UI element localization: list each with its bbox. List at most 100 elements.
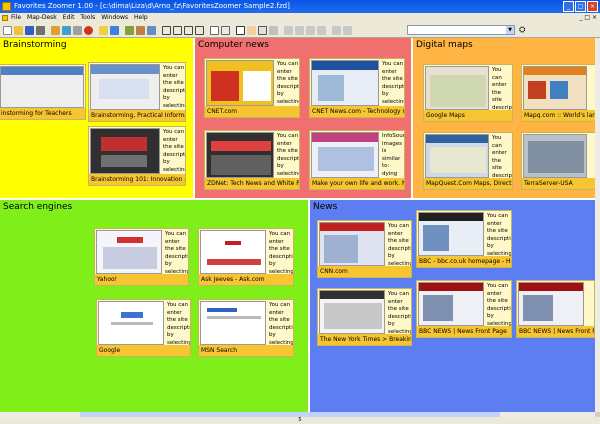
bookmark-caption: The New York Times > Breaking News... [318,334,411,345]
menu-map-desk[interactable]: Map-Desk [27,13,57,23]
bookmark-card[interactable]: InfoSource images is similar to: dying c… [309,130,405,190]
paste-icon[interactable] [306,25,315,35]
save-icon[interactable] [25,25,34,35]
delete-icon[interactable] [317,25,326,35]
bookmark-caption: ZDNet: Tech News and White Papers [205,178,299,189]
bulb-icon[interactable] [99,25,108,35]
bookmark-card[interactable]: BBC NEWS | News Front Pa [516,280,595,338]
page-thumbnail [98,301,164,345]
bookmark-caption: Google [97,345,190,356]
vertical-scrollbar[interactable] [595,38,600,412]
group-search-engines[interactable]: Search engines You can enter the site de… [0,200,308,412]
page-thumbnail [425,66,489,110]
bookmark-caption: CNET.com [205,106,299,117]
magnifier-icon[interactable] [258,25,267,35]
menu-tools[interactable]: Tools [80,13,95,23]
bookmark-caption: Brainstorming, Practical Information... [89,110,185,121]
bookmark-card[interactable]: You can enter the site description by se… [204,58,300,118]
page-thumbnail [96,230,162,274]
properties-icon[interactable] [73,25,82,35]
cut-icon[interactable] [284,25,293,35]
page-thumbnail [319,290,385,334]
globe-icon[interactable] [62,25,71,35]
bookmark-description: You can enter the site description by se… [492,67,512,111]
menu-help[interactable]: Help [134,13,148,23]
menu-windows[interactable]: Windows [101,13,128,23]
stop-icon[interactable] [84,25,93,35]
pointer-icon[interactable] [236,25,245,35]
bookmark-card[interactable]: You can enter the site description by se… [198,299,294,357]
group-title: News [313,202,338,212]
bookmark-description: You can enter the site description by se… [163,129,185,173]
zoom-fit-icon[interactable] [184,25,193,35]
bookmark-caption: MapQuest.Com Maps, Directions and [424,178,512,189]
bookmark-description: You can enter the site description by se… [269,302,293,346]
close-button[interactable]: × [587,1,598,12]
group-digital-maps[interactable]: Digital maps You can enter the site desc… [413,38,595,198]
zoom-out-icon[interactable] [162,25,171,35]
bookmark-card[interactable]: Mapq.com :: World's largest ... [521,64,595,122]
bookmark-description: You can enter the site description by se… [487,283,511,327]
arrange-icon[interactable] [147,25,156,35]
window-view-icon[interactable] [210,25,219,35]
bookmark-caption: CNN.com [318,266,411,277]
bookmark-description: InfoSource images is similar to: dying c… [382,133,404,177]
zoom-in-icon[interactable] [173,25,182,35]
forward-icon[interactable] [343,25,352,35]
tile-icon[interactable] [125,25,134,35]
chevron-down-icon[interactable]: ▼ [506,26,514,34]
status-bar: 5 [0,417,600,424]
open-folder-icon[interactable] [14,25,23,35]
mdi-window-controls[interactable]: _ □ × [579,13,597,23]
bookmark-description: You can enter the site description by se… [277,61,299,105]
bookmark-card[interactable]: You can enter the site description by se… [96,299,191,357]
page-thumbnail [311,132,379,178]
map-desk[interactable]: Brainstorming instorming for Teachers Yo… [0,38,595,412]
menu-file[interactable]: File [11,13,21,23]
bookmark-description: You can enter the site description by se… [165,231,188,275]
bookmark-card[interactable]: You can enter the site description by se… [423,64,513,122]
bookmark-card[interactable]: You can enter the site description by se… [88,62,186,122]
minimize-button[interactable]: _ [563,1,574,12]
status-text: 5 [298,417,302,423]
copy-icon[interactable] [295,25,304,35]
group-icon[interactable] [51,25,60,35]
bookmark-description: You can enter the site description by se… [487,213,511,257]
bookmark-card[interactable]: You can enter the site description by se… [416,280,512,338]
hand-icon[interactable] [247,25,256,35]
group-news[interactable]: News You can enter the site description … [310,200,595,412]
bookmark-card[interactable]: You can enter the site description by se… [317,220,412,278]
bookmark-caption: CNET News.com - Technology news ... [310,106,404,117]
new-file-icon[interactable] [3,25,12,35]
grid-view-icon[interactable] [221,25,230,35]
bookmark-card[interactable]: You can enter the site description by se… [204,130,300,190]
bookmark-card[interactable]: You can enter the site description by se… [423,132,513,190]
bookmark-card[interactable]: You can enter the site description by se… [88,126,186,186]
page-thumbnail [418,212,484,256]
bookmark-description: You can enter the site description by se… [277,133,299,177]
cascade-icon[interactable] [136,25,145,35]
rotate-icon[interactable] [269,25,278,35]
bookmark-caption: instorming for Teachers [0,108,85,119]
bookmark-card[interactable]: You can enter the site description by se… [416,210,512,268]
bookmark-card[interactable]: You can enter the site description by se… [94,228,189,286]
bookmark-card[interactable]: You can enter the site description by se… [198,228,294,286]
bookmark-description: You can enter the site description by se… [167,302,190,346]
menu-edit[interactable]: Edit [63,13,75,23]
bookmark-description: You can enter the site description by se… [163,65,185,109]
bookmark-card[interactable]: instorming for Teachers [0,64,86,120]
bookmark-card[interactable]: You can enter the site description by se… [317,288,412,346]
print-icon[interactable] [36,25,45,35]
back-icon[interactable] [332,25,341,35]
group-computer-news[interactable]: Computer news You can enter the site des… [195,38,411,198]
window-title: Favorites Zoomer 1.00 - [c:\dima\Liza\d\… [14,2,290,10]
search-combo[interactable]: ▼ [407,25,515,35]
bookmark-card[interactable]: You can enter the site description by se… [309,58,405,118]
maximize-button[interactable]: □ [575,1,586,12]
group-brainstorming[interactable]: Brainstorming instorming for Teachers Yo… [0,38,193,198]
app-icon [2,2,11,11]
zoom-actual-icon[interactable] [195,25,204,35]
find-binoculars-icon[interactable]: ⛭ [519,25,525,35]
bookmark-card[interactable]: TerraServer-USA [521,132,595,190]
info-icon[interactable] [110,25,119,35]
